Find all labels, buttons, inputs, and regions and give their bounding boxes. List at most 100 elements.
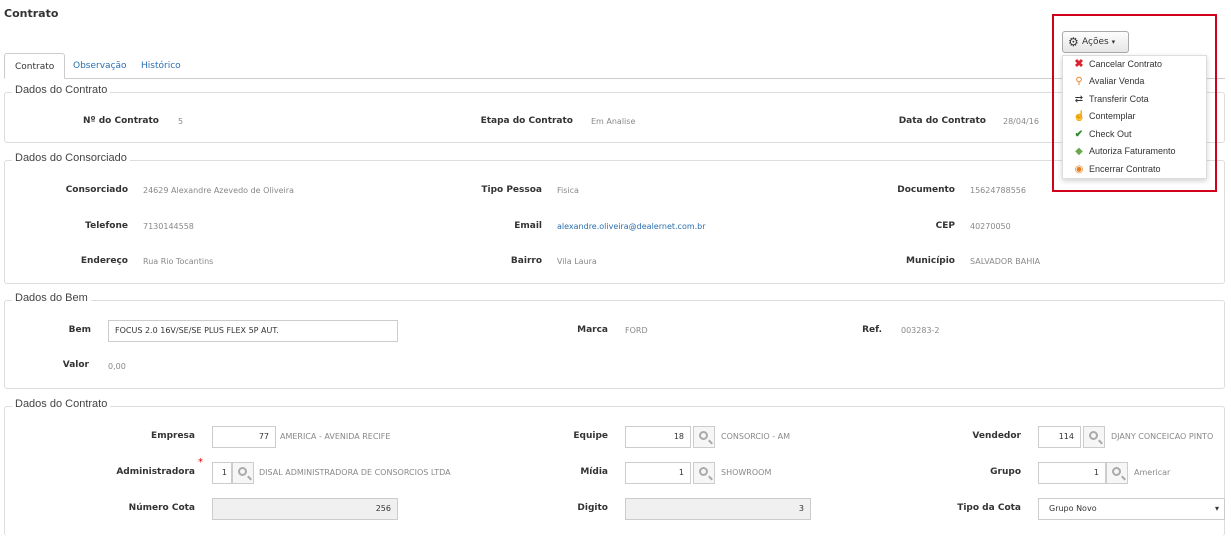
search-icon: [1089, 431, 1098, 440]
marca-value: FORD: [625, 326, 648, 335]
cancel-x-icon: ✖: [1074, 58, 1084, 70]
menu-item-label: Transferir Cota: [1089, 94, 1149, 104]
vendedor-search-button[interactable]: [1083, 426, 1105, 448]
tab-historico[interactable]: Histórico: [131, 53, 191, 79]
digito-input[interactable]: 3: [625, 498, 811, 520]
tipo-pessoa-value: Fisica: [557, 186, 579, 195]
grupo-label: Grupo: [990, 467, 1021, 477]
grupo-search-button[interactable]: [1106, 462, 1128, 484]
documento-label: Documento: [897, 185, 955, 195]
menu-item-label: Cancelar Contrato: [1089, 59, 1163, 69]
numero-contrato-label: Nº do Contrato: [83, 116, 159, 126]
bem-label: Bem: [68, 325, 91, 335]
email-label: Email: [514, 221, 542, 231]
acoes-button-label: Ações: [1082, 37, 1109, 47]
menu-item-label: Avaliar Venda: [1089, 76, 1145, 86]
tipo-cota-selected: Grupo Novo: [1049, 504, 1097, 513]
etapa-contrato-value: Em Analise: [591, 117, 636, 126]
administradora-code-input[interactable]: 1: [212, 462, 232, 484]
digito-label: Digito: [577, 503, 608, 513]
numero-cota-input[interactable]: 256: [212, 498, 398, 520]
bem-input[interactable]: FOCUS 2.0 16V/SE/SE PLUS FLEX 5P AUT.: [108, 320, 398, 342]
numero-cota-label: Número Cota: [128, 503, 195, 513]
menu-item-autoriza-faturamento[interactable]: ◆ Autoriza Faturamento: [1063, 143, 1206, 160]
numero-contrato-value: 5: [178, 117, 184, 126]
etapa-contrato-label: Etapa do Contrato: [480, 116, 573, 126]
legend-dados-bem: Dados do Bem: [12, 292, 91, 304]
administradora-label: Administradora: [116, 467, 195, 477]
equipe-search-button[interactable]: [693, 426, 715, 448]
email-link[interactable]: alexandre.oliveira@dealernet.com.br: [557, 222, 706, 231]
menu-item-transferir-cota[interactable]: ⇄ Transferir Cota: [1063, 91, 1206, 108]
administradora-name: DISAL ADMINISTRADORA DE CONSORCIOS LTDA: [259, 468, 451, 477]
endereco-label: Endereço: [80, 256, 128, 266]
midia-search-button[interactable]: [693, 462, 715, 484]
menu-item-encerrar-contrato[interactable]: ◉ Encerrar Contrato: [1063, 161, 1206, 178]
data-contrato-label: Data do Contrato: [898, 116, 986, 126]
ref-value: 003283-2: [901, 326, 940, 335]
endereco-value: Rua Rio Tocantins: [143, 257, 214, 266]
thumbs-up-icon: ☝: [1073, 111, 1086, 122]
bairro-label: Bairro: [510, 256, 542, 266]
menu-item-contemplar[interactable]: ☝ Contemplar: [1063, 108, 1206, 125]
menu-item-label: Autoriza Faturamento: [1089, 146, 1176, 156]
midia-label: Mídia: [580, 467, 608, 477]
legend-dados-contrato: Dados do Contrato: [12, 84, 111, 96]
acoes-button[interactable]: ⚙ Ações ▾: [1062, 31, 1129, 53]
equipe-label: Equipe: [573, 431, 608, 441]
bairro-value: Vila Laura: [557, 257, 597, 266]
marca-label: Marca: [577, 325, 608, 335]
menu-item-label: Check Out: [1089, 129, 1132, 139]
menu-item-label: Contemplar: [1089, 111, 1136, 121]
valor-label: Valor: [62, 360, 89, 370]
search-icon: [238, 467, 247, 476]
page-title: Contrato: [4, 7, 59, 20]
tab-observacao[interactable]: Observação: [63, 53, 137, 79]
search-icon: [699, 431, 708, 440]
documento-value: 15624788556: [970, 186, 1026, 195]
grupo-name: Americar: [1134, 468, 1171, 477]
acoes-menu: ✖ Cancelar Contrato ⚲ Avaliar Venda ⇄ Tr…: [1062, 55, 1207, 179]
fieldset-dados-contrato: Dados do Contrato Nº do Contrato 5 Etapa…: [4, 84, 1225, 143]
menu-item-label: Encerrar Contrato: [1089, 164, 1161, 174]
transfer-arrows-icon: ⇄: [1074, 94, 1084, 105]
midia-code-input[interactable]: 1: [625, 462, 691, 484]
check-icon: ✔: [1074, 129, 1084, 140]
grupo-code-input[interactable]: 1: [1038, 462, 1106, 484]
municipio-label: Município: [906, 256, 955, 266]
search-orange-icon: ⚲: [1075, 76, 1083, 87]
menu-item-check-out[interactable]: ✔ Check Out: [1063, 126, 1206, 143]
consorciado-value: 24629 Alexandre Azevedo de Oliveira: [143, 186, 294, 195]
money-icon: ◆: [1075, 146, 1083, 157]
menu-item-cancelar-contrato[interactable]: ✖ Cancelar Contrato: [1063, 56, 1206, 73]
vendedor-name: DJANY CONCEICAO PINTO: [1111, 432, 1214, 441]
ref-label: Ref.: [862, 325, 882, 335]
valor-value: 0,00: [108, 362, 126, 371]
telefone-value: 7130144558: [143, 222, 194, 231]
empresa-name: AMERICA - AVENIDA RECIFE: [280, 432, 391, 441]
administradora-search-button[interactable]: [232, 462, 254, 484]
gear-icon: ⚙: [1068, 35, 1079, 49]
menu-item-avaliar-venda[interactable]: ⚲ Avaliar Venda: [1063, 73, 1206, 90]
equipe-name: CONSORCIO - AM: [721, 432, 790, 441]
fieldset-dados-contrato-2: Dados do Contrato Empresa 77 AMERICA - A…: [4, 398, 1225, 536]
fieldset-dados-bem: Dados do Bem Bem FOCUS 2.0 16V/SE/SE PLU…: [4, 292, 1225, 389]
equipe-code-input[interactable]: 18: [625, 426, 691, 448]
vendedor-code-input[interactable]: 114: [1038, 426, 1081, 448]
data-contrato-value: 28/04/16: [1003, 117, 1039, 126]
tipo-pessoa-label: Tipo Pessoa: [481, 185, 542, 195]
cep-value: 40270050: [970, 222, 1011, 231]
fieldset-dados-consorciado: Dados do Consorciado Consorciado 24629 A…: [4, 152, 1225, 284]
chevron-down-icon: ▾: [1214, 504, 1219, 513]
tipo-cota-select[interactable]: Grupo Novo ▾: [1038, 498, 1225, 520]
legend-dados-contrato-2: Dados do Contrato: [12, 398, 111, 410]
municipio-value: SALVADOR BAHIA: [970, 257, 1041, 266]
empresa-label: Empresa: [151, 431, 195, 441]
required-mark: *: [198, 457, 203, 468]
vendedor-label: Vendedor: [972, 431, 1021, 441]
search-icon: [1112, 467, 1121, 476]
consorciado-label: Consorciado: [65, 185, 128, 195]
search-icon: [699, 467, 708, 476]
empresa-code-input[interactable]: 77: [212, 426, 276, 448]
tab-contrato[interactable]: Contrato: [4, 53, 66, 79]
